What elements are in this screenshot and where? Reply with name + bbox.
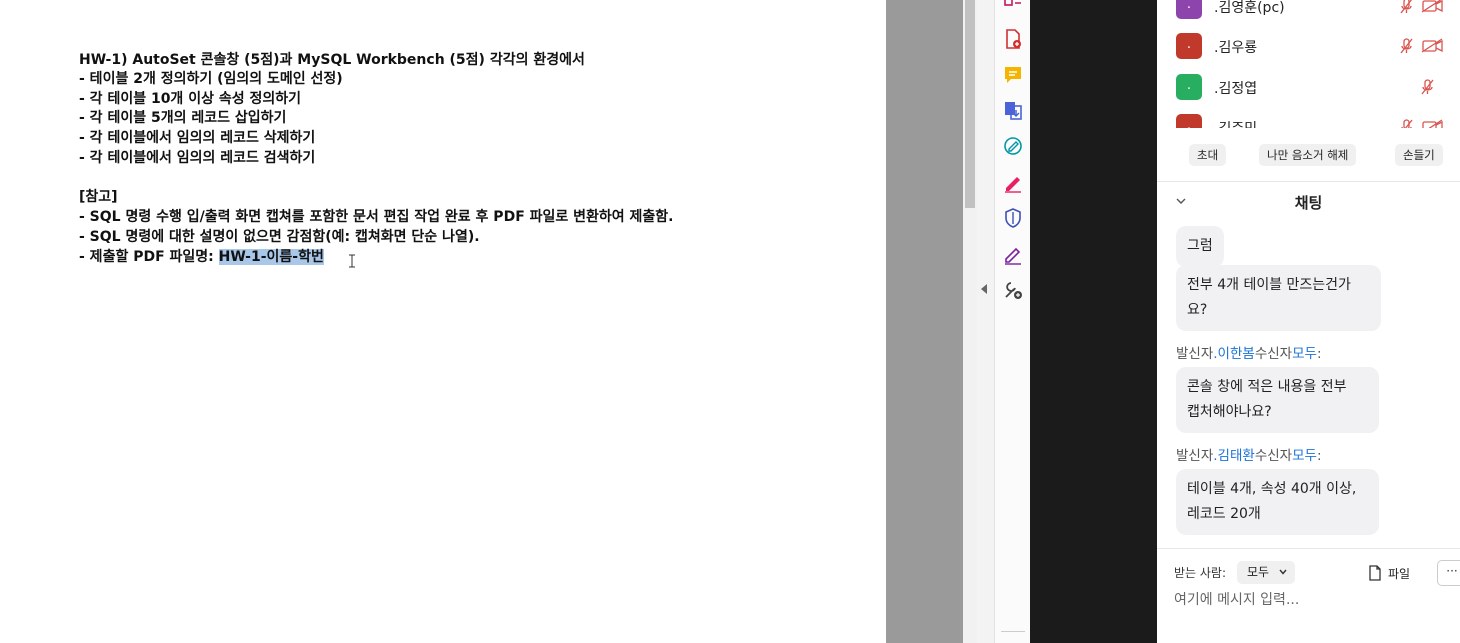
chat-message-bubble: 그럼 — [1176, 226, 1224, 267]
doc-line: - 각 테이블에서 임의의 레코드 검색하기 — [79, 150, 316, 166]
file-icon — [1369, 565, 1381, 581]
collapse-arrow-icon[interactable] — [981, 284, 987, 294]
doc-line: - 각 테이블 5개의 레코드 삽입하기 — [79, 110, 287, 126]
edit-pdf-icon[interactable] — [1002, 135, 1024, 157]
participant-row[interactable]: . .김영훈(pc) — [1176, 0, 1456, 21]
chat-message-line: 요? — [1187, 302, 1208, 318]
doc-line: - 각 테이블 10개 이상 속성 정의하기 — [79, 91, 301, 107]
video-off-icon — [1421, 38, 1443, 53]
participant-status-icons — [1400, 0, 1443, 14]
participant-status-icons — [1400, 38, 1443, 54]
chat-message-bubble: 전부 4개 테이블 만즈는건가 요? — [1176, 265, 1381, 331]
export-pdf-icon[interactable] — [1002, 99, 1024, 121]
doc-line-filename: - 제출할 PDF 파일명: HW-1-이름-학번 — [79, 247, 324, 267]
protect-icon[interactable] — [1002, 207, 1024, 229]
participant-name: .김주민 — [1214, 118, 1257, 128]
recipient-select[interactable]: 모두 — [1237, 561, 1295, 584]
chevron-down-icon — [1279, 569, 1287, 575]
create-pdf-icon[interactable] — [1002, 28, 1024, 50]
mic-muted-icon — [1421, 79, 1434, 95]
doc-line: - 각 테이블에서 임의의 레코드 삭제하기 — [79, 130, 316, 146]
chat-sender-line: 발신자.이한봄수신자모두: — [1176, 346, 1322, 362]
mic-muted-icon — [1400, 38, 1413, 54]
recipient-label: 수신자 — [1254, 346, 1293, 362]
more-options-button[interactable]: ··· — [1437, 560, 1460, 586]
sender-prefix: 발신자 — [1176, 346, 1214, 362]
participant-status-icons — [1401, 119, 1443, 128]
mic-muted-icon — [1401, 119, 1413, 128]
request-signature-icon[interactable] — [1002, 243, 1024, 265]
recipient-label: 수신자 — [1254, 448, 1293, 464]
unmute-me-button[interactable]: 나만 음소거 해제 — [1259, 144, 1357, 166]
chat-message-line: 전부 4개 테이블 만즈는건가 — [1187, 277, 1351, 293]
file-button[interactable]: 파일 — [1368, 562, 1420, 584]
more-tools-icon[interactable] — [1002, 279, 1024, 301]
participant-row[interactable]: . .김우룡 — [1176, 33, 1456, 61]
document-page[interactable]: HW-1) AutoSet 콘솔창 (5점)과 MySQL Workbench … — [0, 0, 886, 643]
video-area — [1030, 0, 1157, 643]
chat-message-input[interactable] — [1174, 590, 1444, 610]
chat-message-line: 캡처해야나요? — [1187, 404, 1272, 420]
filename-prefix: - 제출할 PDF 파일명: — [79, 249, 219, 265]
comment-icon[interactable] — [1002, 64, 1024, 86]
doc-line-title: HW-1) AutoSet 콘솔창 (5점)과 MySQL Workbench … — [79, 52, 585, 68]
participant-name: .김영훈(pc) — [1214, 0, 1285, 16]
recipient-select-value: 모두 — [1247, 565, 1270, 579]
tool-separator — [1001, 631, 1025, 632]
participant-name: .김우룡 — [1214, 40, 1258, 56]
vertical-scrollbar[interactable] — [963, 0, 977, 643]
avatar: . — [1176, 74, 1202, 100]
doc-line-note-heading: [참고] — [79, 189, 118, 205]
chat-sender-line: 발신자.김태환수신자모두: — [1176, 448, 1322, 464]
chat-message-text: 그럼 — [1187, 238, 1213, 254]
chat-message-bubble: 콘솔 창에 적은 내용을 전부 캡처해야나요? — [1176, 367, 1379, 433]
chat-message-line: 레코드 20개 — [1187, 506, 1261, 522]
avatar: . — [1176, 0, 1202, 19]
meeting-side-panel: . .김영훈(pc) . .김우룡 . .김정엽 . .김주민 초대 나만 음소… — [1157, 0, 1460, 643]
fill-sign-icon[interactable] — [1002, 171, 1024, 193]
sender-prefix: 발신자 — [1176, 448, 1214, 464]
participant-name: .김정엽 — [1214, 81, 1258, 97]
scrollbar-thumb[interactable] — [965, 0, 975, 208]
chat-message-line: 테이블 4개, 속성 40개 이상, — [1187, 481, 1357, 497]
divider — [1157, 548, 1460, 549]
doc-line: - SQL 명령에 대한 설명이 없으면 감점함(예: 캡쳐화면 단순 나열). — [79, 229, 480, 245]
file-button-label: 파일 — [1388, 567, 1411, 581]
video-off-icon — [1422, 119, 1443, 128]
raise-hand-button[interactable]: 손들기 — [1395, 144, 1443, 166]
viewer-gutter — [886, 0, 963, 643]
organize-pages-icon[interactable] — [1002, 0, 1024, 16]
invite-button[interactable]: 초대 — [1189, 144, 1227, 166]
tool-strip — [994, 0, 1031, 643]
chat-title: 채팅 — [1294, 194, 1323, 212]
participant-row[interactable]: . .김정엽 — [1176, 74, 1456, 102]
mic-muted-icon — [1400, 0, 1413, 14]
sender-name-link[interactable]: .김태환 — [1213, 448, 1255, 464]
selected-text-highlight[interactable]: HW-1-이름-학번 — [218, 249, 324, 265]
doc-line: - SQL 명령 수행 입/출력 화면 캡쳐를 포함한 문서 편집 작업 완료 … — [79, 209, 674, 225]
participant-status-icons — [1421, 79, 1434, 95]
recipient-field-label: 받는 사람: — [1174, 566, 1227, 580]
text-cursor-icon — [349, 254, 355, 268]
sender-name-link[interactable]: .이한봄 — [1213, 346, 1255, 362]
chat-message-bubble: 테이블 4개, 속성 40개 이상, 레코드 20개 — [1176, 469, 1379, 535]
recipient-name-link[interactable]: 모두 — [1292, 346, 1317, 362]
avatar: . — [1176, 33, 1202, 59]
video-off-icon — [1421, 0, 1443, 13]
recipient-name-link[interactable]: 모두 — [1292, 448, 1317, 464]
doc-line: - 테이블 2개 정의하기 (임의의 도메인 선정) — [79, 71, 343, 87]
participant-row[interactable]: . .김주민 — [1176, 114, 1456, 128]
divider — [1157, 181, 1460, 182]
panel-collapse-handle[interactable] — [977, 0, 994, 643]
avatar: . — [1176, 114, 1202, 128]
chat-message-line: 콘솔 창에 적은 내용을 전부 — [1187, 379, 1347, 395]
